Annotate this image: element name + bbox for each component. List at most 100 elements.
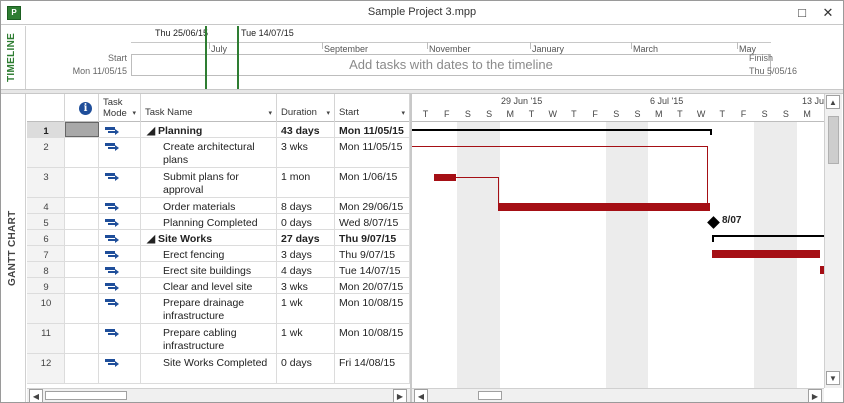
task-bar-erect-fencing[interactable] [712, 250, 820, 258]
table-row[interactable]: 3 Submit plans for approval 1 mon Mon 1/06/… [27, 168, 410, 198]
task-mode-cell[interactable] [99, 324, 141, 353]
table-row[interactable]: 9 Clear and level site 3 wks Mon 20/07/15 [27, 278, 410, 294]
duration-cell[interactable]: 0 days [277, 354, 335, 383]
task-mode-cell[interactable] [99, 168, 141, 197]
start-cell[interactable]: Mon 11/05/15 [335, 122, 410, 137]
row-id-cell[interactable]: 7 [27, 246, 65, 261]
chart-horizontal-scrollbar[interactable]: ◀ ▶ [412, 388, 824, 403]
task-name-cell[interactable]: Erect fencing [141, 246, 277, 261]
indicator-cell[interactable] [65, 294, 99, 323]
select-all-cell[interactable] [27, 94, 65, 122]
row-id-cell[interactable]: 3 [27, 168, 65, 197]
start-cell[interactable]: Mon 1/06/15 [335, 168, 410, 197]
indicator-cell[interactable] [65, 324, 99, 353]
task-bar-order-materials[interactable] [498, 203, 710, 211]
summary-bar-planning[interactable] [412, 129, 712, 131]
summary-bar-start-cap[interactable] [712, 235, 714, 242]
task-mode-cell[interactable] [99, 262, 141, 277]
chevron-down-icon[interactable]: ▾ [268, 109, 272, 117]
task-name-cell[interactable]: Planning Completed [141, 214, 277, 229]
indicator-cell[interactable] [65, 246, 99, 261]
scroll-right-button[interactable]: ▶ [393, 389, 407, 403]
task-mode-cell[interactable] [99, 138, 141, 167]
timeline-side-label[interactable]: TIMELINE [1, 26, 26, 89]
start-cell[interactable]: Fri 14/08/15 [335, 354, 410, 383]
indicator-cell[interactable] [65, 262, 99, 277]
start-cell[interactable]: Thu 9/07/15 [335, 230, 410, 245]
task-name-cell[interactable]: Submit plans for approval [141, 168, 277, 197]
task-mode-cell[interactable] [99, 354, 141, 383]
duration-header[interactable]: Duration ▾ [277, 94, 335, 122]
duration-cell[interactable]: 0 days [277, 214, 335, 229]
task-name-cell[interactable]: Create architectural plans [141, 138, 277, 167]
duration-cell[interactable]: 27 days [277, 230, 335, 245]
row-id-cell[interactable]: 6 [27, 230, 65, 245]
row-id-cell[interactable]: 9 [27, 278, 65, 293]
close-button[interactable]: ✕ [819, 4, 837, 22]
task-mode-cell[interactable] [99, 198, 141, 213]
duration-cell[interactable]: 4 days [277, 262, 335, 277]
task-mode-header[interactable]: Task Mode ▾ [99, 94, 141, 122]
duration-cell[interactable]: 1 mon [277, 168, 335, 197]
task-name-cell[interactable]: Order materials [141, 198, 277, 213]
timeline-visible-range-marker[interactable] [205, 26, 239, 89]
restore-button[interactable]: □ [793, 4, 811, 22]
indicator-cell[interactable] [65, 214, 99, 229]
task-name-cell[interactable]: Prepare drainage infrastructure [141, 294, 277, 323]
table-row[interactable]: 11 Prepare cabling infrastructure 1 wk Mon … [27, 324, 410, 354]
summary-bar-end-cap[interactable] [710, 129, 712, 135]
indicators-header[interactable]: i [65, 94, 99, 122]
row-id-cell[interactable]: 8 [27, 262, 65, 277]
indicator-cell[interactable] [65, 354, 99, 383]
table-scroll-thumb[interactable] [45, 391, 127, 400]
timeline-pane[interactable]: Thu 25/06/15 Tue 14/07/15 July September… [27, 26, 843, 89]
scroll-down-button[interactable]: ▼ [826, 371, 840, 385]
task-mode-cell[interactable] [99, 214, 141, 229]
table-row[interactable]: 2 Create architectural plans 3 wks Mon 11/0… [27, 138, 410, 168]
indicator-cell[interactable] [65, 122, 99, 137]
task-name-cell[interactable]: ◢ Site Works [141, 230, 277, 245]
summary-bar-site-works[interactable] [712, 235, 824, 237]
chart-scroll-thumb[interactable] [478, 391, 502, 400]
chevron-down-icon[interactable]: ▾ [401, 109, 405, 117]
table-row[interactable]: 12 Site Works Completed 0 days Fri 14/08/15 [27, 354, 410, 384]
indicator-cell[interactable] [65, 278, 99, 293]
gantt-side-label[interactable]: GANTT CHART [1, 94, 26, 402]
start-cell[interactable]: Wed 8/07/15 [335, 214, 410, 229]
duration-cell[interactable]: 3 wks [277, 278, 335, 293]
duration-cell[interactable]: 1 wk [277, 324, 335, 353]
duration-cell[interactable]: 43 days [277, 122, 335, 137]
duration-cell[interactable]: 1 wk [277, 294, 335, 323]
start-cell[interactable]: Mon 10/08/15 [335, 294, 410, 323]
task-name-cell[interactable]: Clear and level site [141, 278, 277, 293]
start-cell[interactable]: Thu 9/07/15 [335, 246, 410, 261]
vertical-scrollbar[interactable]: ▲ ▼ [824, 94, 842, 388]
row-id-cell[interactable]: 5 [27, 214, 65, 229]
start-header[interactable]: Start ▾ [335, 94, 410, 122]
gantt-chart-pane[interactable]: 29 Jun '15 6 Jul '15 13 Ju T F S S M T W T F S S M T… [412, 94, 824, 388]
chevron-down-icon[interactable]: ▾ [326, 109, 330, 117]
table-row[interactable]: 7 Erect fencing 3 days Thu 9/07/15 [27, 246, 410, 262]
chevron-down-icon[interactable]: ▾ [132, 109, 136, 117]
row-id-cell[interactable]: 12 [27, 354, 65, 383]
row-id-cell[interactable]: 11 [27, 324, 65, 353]
table-row[interactable]: 10 Prepare drainage infrastructure 1 wk Mon… [27, 294, 410, 324]
table-row[interactable]: 1 ◢ Planning 43 days Mon 11/05/15 [27, 122, 410, 138]
indicator-cell[interactable] [65, 168, 99, 197]
start-cell[interactable]: Mon 20/07/15 [335, 278, 410, 293]
vertical-scroll-thumb[interactable] [828, 116, 839, 164]
task-name-cell[interactable]: Site Works Completed [141, 354, 277, 383]
milestone-planning-completed[interactable] [707, 216, 720, 229]
table-row[interactable]: 5 Planning Completed 0 days Wed 8/07/15 [27, 214, 410, 230]
table-row[interactable]: 6 ◢ Site Works 27 days Thu 9/07/15 [27, 230, 410, 246]
start-cell[interactable]: Mon 10/08/15 [335, 324, 410, 353]
duration-cell[interactable]: 3 days [277, 246, 335, 261]
scroll-right-button[interactable]: ▶ [808, 389, 822, 403]
task-mode-cell[interactable] [99, 122, 141, 137]
indicator-cell[interactable] [65, 198, 99, 213]
start-cell[interactable]: Mon 29/06/15 [335, 198, 410, 213]
scroll-left-button[interactable]: ◀ [414, 389, 428, 403]
task-mode-cell[interactable] [99, 230, 141, 245]
scroll-left-button[interactable]: ◀ [29, 389, 43, 403]
duration-cell[interactable]: 3 wks [277, 138, 335, 167]
